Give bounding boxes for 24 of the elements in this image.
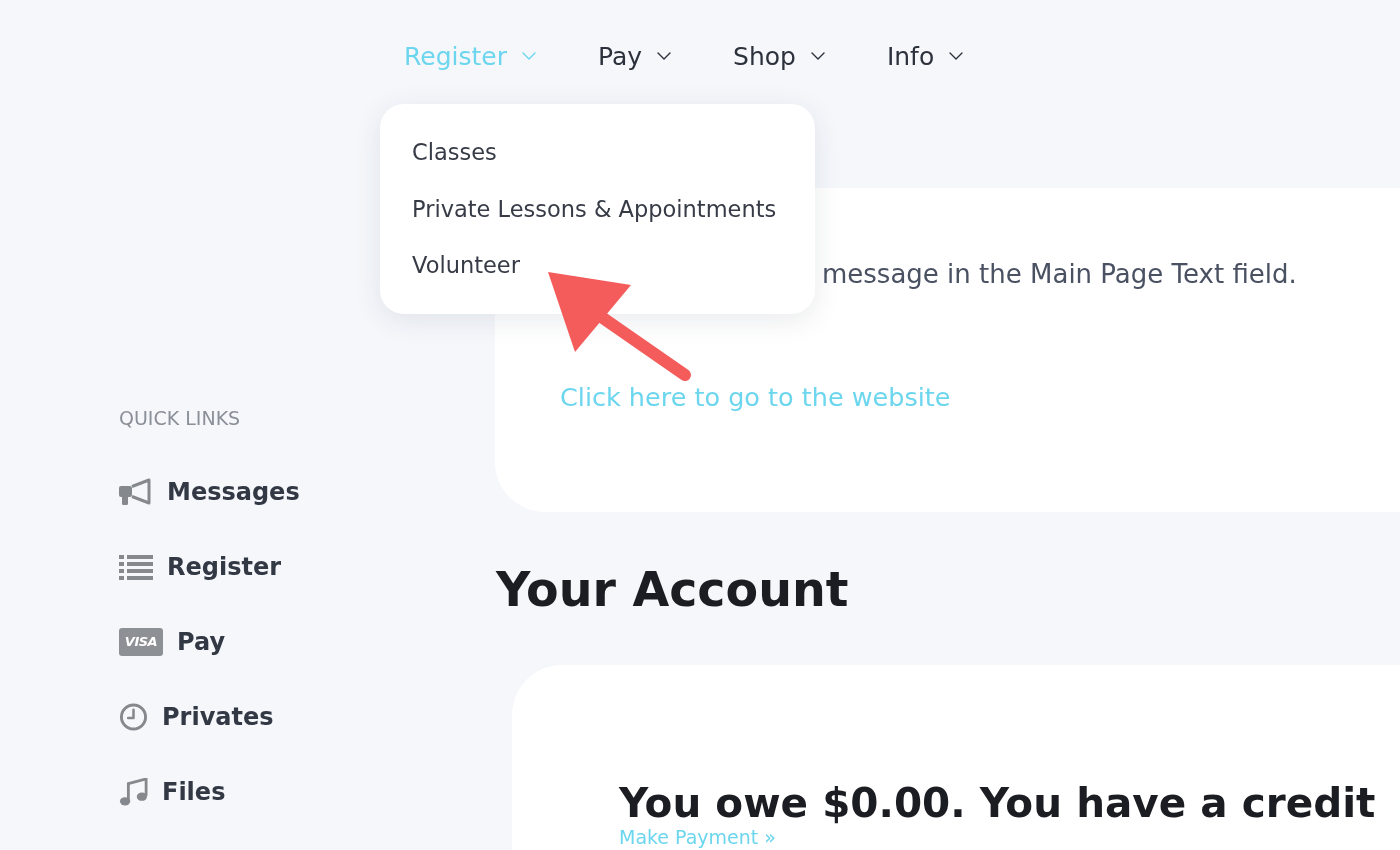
section-heading: QUICK LINKS [119,408,241,428]
message-text: message in the Main Page Text field. [822,259,1297,289]
clock-icon [119,702,148,731]
music-note-icon [119,777,148,806]
balance-text: You owe $0.00. You have a credit [619,781,1376,825]
sidebar-link[interactable]: Messages [119,454,300,529]
chevron-down-icon [521,52,536,60]
chevron-down-icon [810,52,825,60]
chevron-down-icon [657,52,671,60]
menu-item[interactable]: Classes [412,124,497,181]
sidebar-link[interactable]: Register [119,529,282,604]
nav-menu-button[interactable]: Pay [597,40,671,72]
nav-menu-button[interactable]: Info [886,40,964,72]
nav-menu-button[interactable]: Shop [733,40,825,72]
sidebar-link[interactable]: Files [119,754,226,829]
section-heading: Your Account [496,562,850,618]
list-icon [119,552,153,581]
chevron-down-icon [949,52,964,60]
megaphone-icon [119,477,153,506]
menu-item[interactable]: Volunteer [412,237,520,294]
card-logo: VISA [119,627,163,656]
sidebar-link[interactable]: VISA Pay [119,604,226,679]
menu-item[interactable]: Private Lessons & Appointments [412,180,777,237]
sidebar-link[interactable]: Privates [119,679,274,754]
